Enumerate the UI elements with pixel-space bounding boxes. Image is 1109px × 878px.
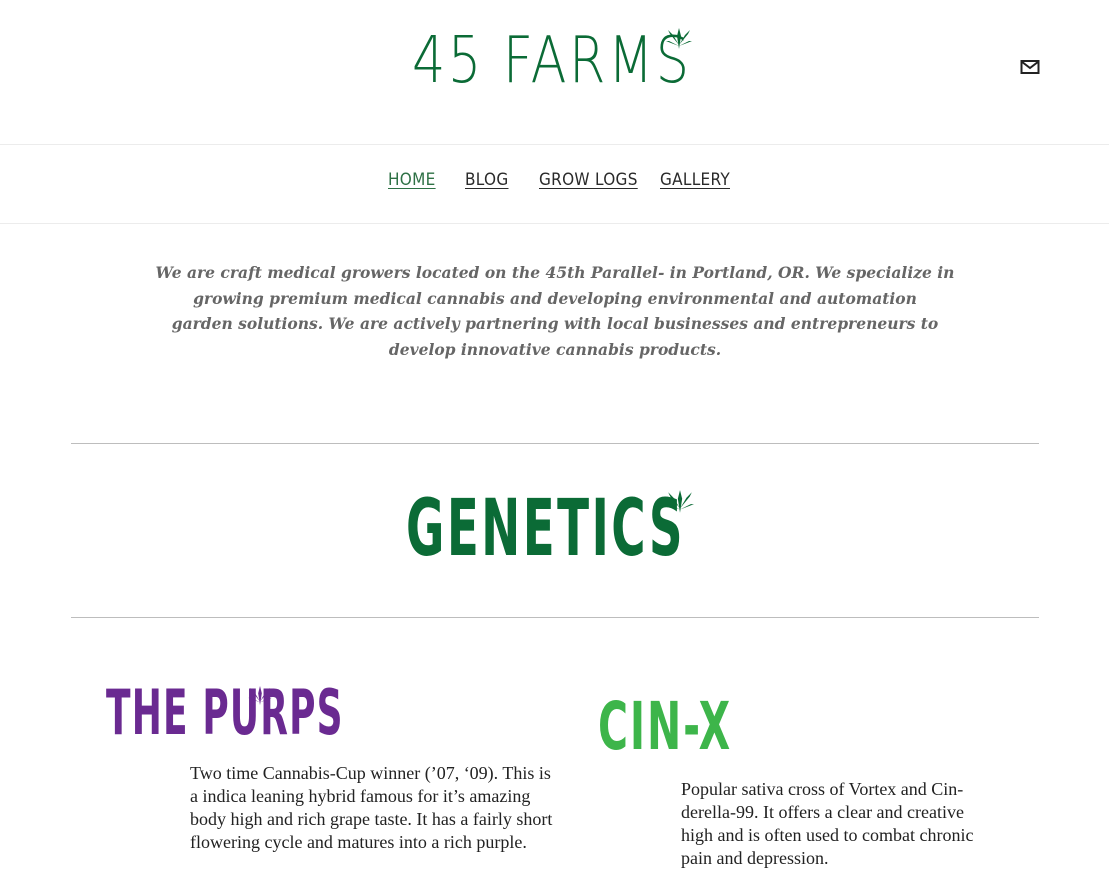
description-line: flowering cycle and matures into a rich …	[190, 832, 527, 852]
intro-line: garden solutions. We are actively partne…	[171, 314, 939, 333]
description-line: Popular sativa cross of Vortex and Cin-	[681, 779, 964, 799]
nav-item-gallery[interactable]: GALLERY	[660, 170, 730, 190]
strain-title-the-purps: THE PURPS	[106, 676, 344, 749]
intro-line: We are craft medical growers located on …	[155, 263, 955, 282]
description-line: body high and rich grape taste. It has a…	[190, 809, 553, 829]
description-line: pain and depression.	[681, 848, 829, 868]
intro-line: develop innovative cannabis products.	[388, 339, 722, 359]
site-header: 45 FARMS	[0, 0, 1109, 144]
nav-item-home[interactable]: HOME	[388, 170, 436, 190]
strain-title-cin-x: CIN-X	[598, 688, 733, 765]
intro-line: growing premium medical cannabis and dev…	[193, 288, 917, 308]
description-line: derella-99. It offers a clear and creati…	[681, 802, 964, 822]
cannabis-leaf-icon	[666, 490, 694, 513]
main-nav: HOME BLOG GROW LOGS GALLERY	[0, 144, 1109, 224]
logo-text: 45 FARMS	[412, 24, 692, 98]
nav-item-blog[interactable]: BLOG	[465, 170, 509, 190]
description-line: a indica leaning hybrid famous for it’s …	[190, 786, 531, 806]
strain-description-cin-x: Popular sativa cross of Vortex and Cin- …	[681, 778, 1011, 870]
nav-item-grow-logs[interactable]: GROW LOGS	[539, 170, 638, 190]
strain-description-the-purps: Two time Cannabis-Cup winner (’07, ‘09).…	[190, 762, 590, 854]
divider	[71, 443, 1039, 444]
site-logo[interactable]: 45 FARMS	[404, 22, 704, 102]
genetics-heading-text: GENETICS	[406, 484, 685, 574]
cannabis-leaf-icon	[666, 28, 692, 49]
genetics-heading: GENETICS	[404, 484, 704, 584]
mail-icon[interactable]	[1020, 59, 1040, 75]
description-line: high and is often used to combat chronic	[681, 825, 974, 845]
description-line: Two time Cannabis-Cup winner (’07, ‘09).…	[190, 763, 551, 783]
cannabis-leaf-icon	[248, 686, 272, 706]
divider	[71, 617, 1039, 618]
intro-paragraph: We are craft medical growers located on …	[150, 260, 960, 362]
